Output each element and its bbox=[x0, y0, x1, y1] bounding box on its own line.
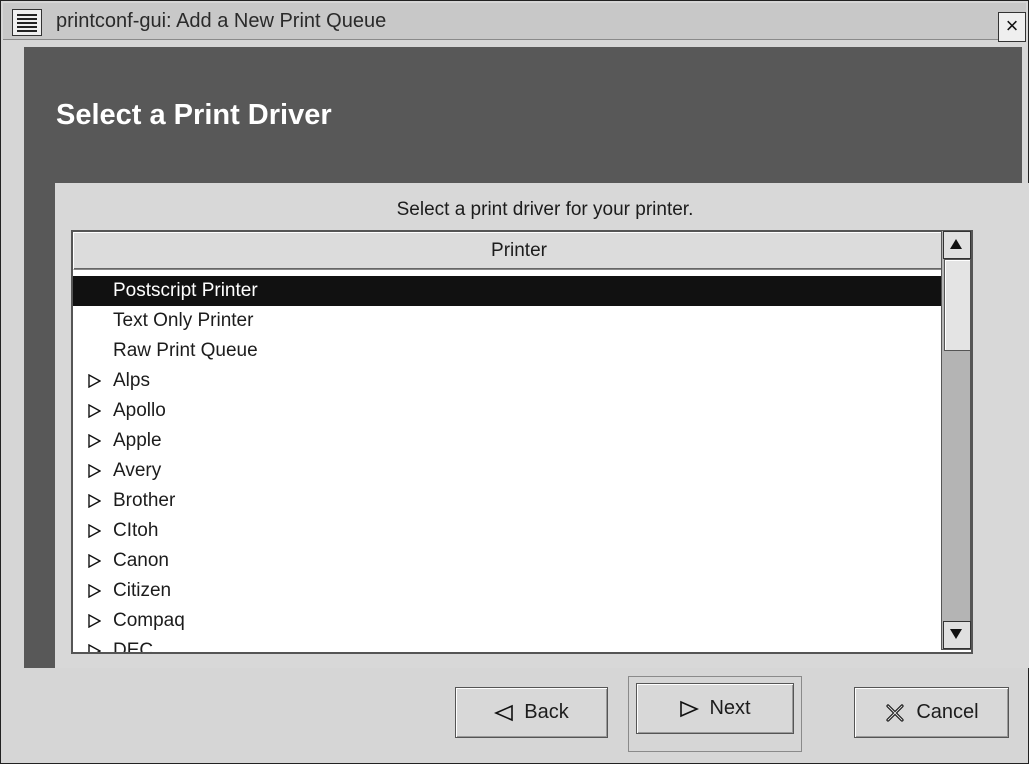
list-item[interactable]: Alps bbox=[73, 366, 967, 396]
driver-rows: Postscript Printer Text Only Printer Raw P… bbox=[73, 276, 967, 654]
list-item[interactable]: DEC bbox=[73, 636, 967, 654]
arrow-up-icon bbox=[950, 239, 962, 249]
list-item-label: Avery bbox=[113, 460, 162, 481]
scroll-up-button[interactable] bbox=[943, 231, 971, 259]
druid-page: Select a Print Driver Select a print dri… bbox=[24, 47, 1029, 668]
back-button-label: Back bbox=[524, 701, 569, 723]
list-item[interactable]: Compaq bbox=[73, 606, 967, 636]
cancel-button[interactable]: Cancel bbox=[854, 687, 1009, 738]
window-title: printconf-gui: Add a New Print Queue bbox=[56, 10, 387, 32]
triangle-right-icon[interactable] bbox=[88, 554, 101, 568]
list-item-label: Apple bbox=[113, 430, 162, 451]
triangle-right-icon[interactable] bbox=[88, 584, 101, 598]
triangle-right-icon[interactable] bbox=[88, 524, 101, 538]
list-item-label: Canon bbox=[113, 550, 169, 571]
instruction-text: Select a print driver for your printer. bbox=[396, 199, 694, 220]
scrollbar-thumb[interactable] bbox=[944, 259, 971, 351]
list-item-label: Text Only Printer bbox=[113, 310, 254, 331]
list-item[interactable]: Canon bbox=[73, 546, 967, 576]
arrow-down-icon bbox=[950, 629, 962, 639]
list-item[interactable]: Text Only Printer bbox=[73, 306, 967, 336]
list-item-label: Raw Print Queue bbox=[113, 340, 258, 361]
list-item[interactable]: Avery bbox=[73, 456, 967, 486]
triangle-right-icon[interactable] bbox=[88, 434, 101, 448]
triangle-right-icon bbox=[680, 700, 700, 717]
triangle-right-icon[interactable] bbox=[88, 374, 101, 388]
window-menu-icon[interactable] bbox=[12, 9, 42, 36]
cancel-button-label: Cancel bbox=[916, 701, 979, 723]
list-item[interactable]: Citizen bbox=[73, 576, 967, 606]
column-header-printer[interactable]: Printer bbox=[73, 232, 965, 270]
list-item[interactable]: Brother bbox=[73, 486, 967, 516]
list-item-label: Alps bbox=[113, 370, 150, 391]
list-item-label: Compaq bbox=[113, 610, 185, 631]
list-item[interactable]: CItoh bbox=[73, 516, 967, 546]
scroll-down-button[interactable] bbox=[943, 621, 971, 649]
triangle-right-icon[interactable] bbox=[88, 494, 101, 508]
list-item[interactable]: Apple bbox=[73, 426, 967, 456]
triangle-right-icon[interactable] bbox=[88, 614, 101, 628]
list-item-label: Citizen bbox=[113, 580, 172, 601]
list-item[interactable]: Postscript Printer bbox=[73, 276, 967, 306]
list-item[interactable]: Apollo bbox=[73, 396, 967, 426]
triangle-left-icon bbox=[494, 704, 514, 721]
back-button[interactable]: Back bbox=[455, 687, 608, 738]
driver-list[interactable]: Printer Postscript Printer Text Only Prin… bbox=[71, 230, 973, 654]
list-item[interactable]: Raw Print Queue bbox=[73, 336, 967, 366]
close-icon[interactable]: × bbox=[998, 12, 1026, 42]
triangle-right-icon[interactable] bbox=[88, 464, 101, 478]
next-button[interactable]: Next bbox=[636, 683, 794, 734]
cancel-x-icon bbox=[886, 703, 904, 722]
list-item-label: CItoh bbox=[113, 520, 159, 541]
list-item-label: Brother bbox=[113, 490, 176, 511]
list-item-label: DEC bbox=[113, 640, 154, 654]
next-button-label: Next bbox=[709, 697, 751, 719]
triangle-right-icon[interactable] bbox=[88, 404, 101, 418]
triangle-right-icon[interactable] bbox=[88, 644, 101, 654]
list-item-label: Apollo bbox=[113, 400, 166, 421]
title-bar[interactable]: printconf-gui: Add a New Print Queue × bbox=[3, 3, 1026, 42]
druid-content: Select a print driver for your printer. … bbox=[55, 183, 1029, 668]
page-title: Select a Print Driver bbox=[56, 99, 332, 131]
list-item-label: Postscript Printer bbox=[113, 280, 258, 301]
